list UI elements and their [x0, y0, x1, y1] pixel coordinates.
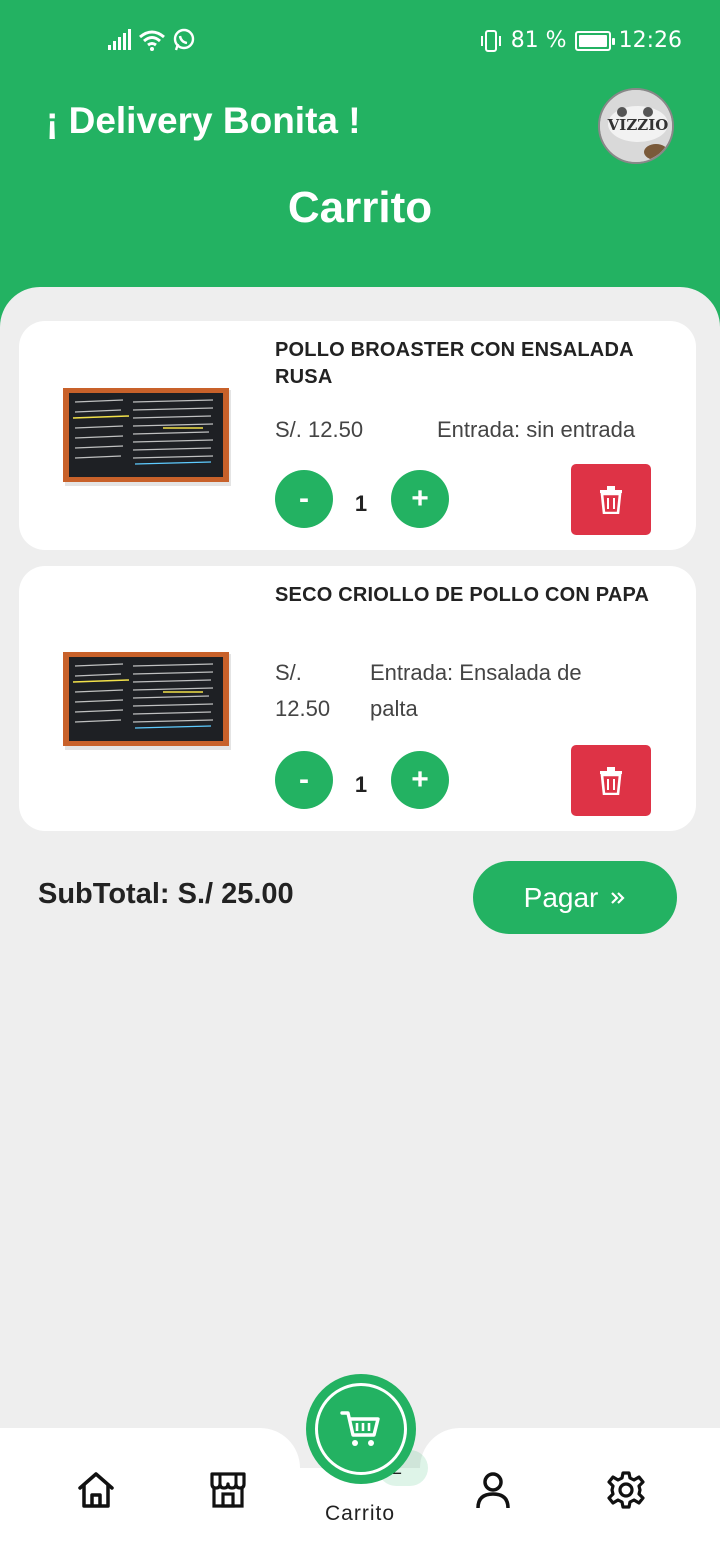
trash-icon	[600, 485, 622, 514]
trash-icon	[600, 766, 622, 795]
signal-icon	[108, 29, 131, 50]
nav-home[interactable]	[74, 1468, 118, 1512]
wifi-icon	[139, 30, 165, 51]
gear-icon	[607, 1471, 645, 1509]
increase-quantity-button[interactable]: +	[391, 470, 449, 528]
pay-button-label: Pagar	[523, 881, 599, 913]
status-bar: 81 % 12:26	[0, 22, 720, 62]
item-entrada: Entrada: Ensalada de palta	[370, 660, 582, 721]
clock: 12:26	[618, 28, 682, 53]
item-title: POLLO BROASTER CON ENSALADA RUSA	[275, 339, 633, 388]
page-title: Carrito	[287, 183, 433, 232]
decrease-quantity-button[interactable]: -	[275, 751, 333, 809]
item-quantity: 1	[354, 491, 368, 516]
item-price: S/. 12.50	[275, 417, 364, 442]
cart-item: POLLO BROASTER CON ENSALADA RUSA S/. 12.…	[19, 321, 696, 550]
pay-button[interactable]: Pagar	[473, 861, 677, 934]
home-icon	[78, 1472, 114, 1508]
menu-board-image	[63, 652, 231, 750]
app-header: 81 % 12:26 ¡ Delivery Bonita ! VIZZIO Ca…	[0, 0, 720, 330]
avatar[interactable]: VIZZIO	[598, 88, 674, 164]
nav-profile[interactable]	[471, 1468, 515, 1512]
delete-item-button[interactable]	[571, 745, 651, 816]
cart-icon	[340, 1411, 380, 1446]
decrease-quantity-button[interactable]: -	[275, 470, 333, 528]
nav-cart[interactable]	[306, 1374, 416, 1484]
vibrate-icon	[480, 29, 501, 52]
item-title: SECO CRIOLLO DE POLLO CON PAPA	[275, 584, 650, 606]
cart-item: SECO CRIOLLO DE POLLO CON PAPA S/. 12.50…	[19, 566, 696, 831]
battery-percent: 81 %	[510, 28, 567, 53]
menu-board-image	[63, 388, 231, 486]
whatsapp-icon	[173, 28, 195, 51]
user-icon	[476, 1472, 510, 1509]
item-price: S/. 12.50	[275, 660, 331, 721]
app-title: ¡ Delivery Bonita !	[46, 100, 361, 141]
nav-store[interactable]	[206, 1468, 250, 1512]
store-icon	[210, 1472, 246, 1508]
status-right-icons: 81 % 12:26	[479, 28, 682, 53]
double-chevron-right-icon	[611, 891, 625, 904]
status-left-icons	[108, 28, 196, 52]
nav-cart-label: Carrito	[324, 1502, 395, 1525]
item-entrada: Entrada: sin entrada	[437, 417, 636, 442]
nav-settings[interactable]	[604, 1468, 648, 1512]
item-quantity: 1	[354, 772, 368, 797]
battery-icon	[574, 30, 615, 51]
svg-text:VIZZIO: VIZZIO	[607, 116, 669, 134]
delete-item-button[interactable]	[571, 464, 651, 535]
increase-quantity-button[interactable]: +	[391, 751, 449, 809]
subtotal: SubTotal: S./ 25.00	[38, 878, 294, 910]
